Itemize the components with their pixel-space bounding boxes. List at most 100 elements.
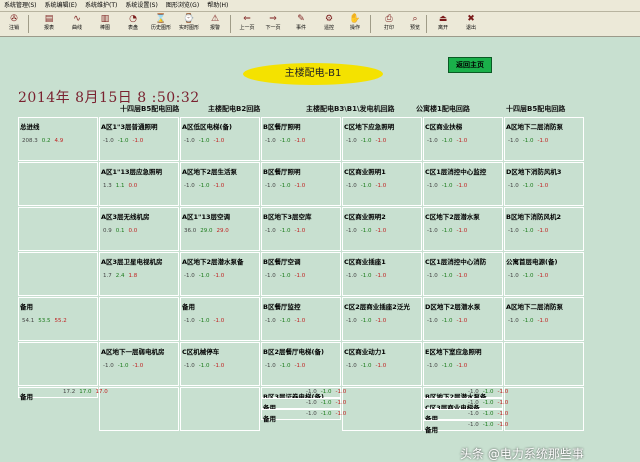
logout-button[interactable]: ✇ 注销 <box>3 13 25 35</box>
dial-button[interactable]: ◔ 表盘 <box>122 13 144 35</box>
next-page-button[interactable]: ⇒ 下一页 <box>262 13 284 35</box>
empty-cell <box>504 342 584 386</box>
circuit-name: B区2层餐厅电梯(备) <box>263 348 324 356</box>
circuit-cell[interactable]: 备用 -1.0 -1.0 -1.0 <box>423 420 508 434</box>
menu-help[interactable]: 帮助(H) <box>203 0 232 11</box>
circuit-values: 17.2 17.0 17.0 <box>63 389 112 395</box>
phase-value: -1.0 <box>184 318 195 324</box>
circuit-cell[interactable]: B区地下2层潜水泵备 -1.0 -1.0 -1.0 <box>423 387 508 401</box>
phase-value: -1.0 <box>537 138 549 144</box>
menu-system-maintain[interactable]: 系统维护(T) <box>81 0 121 11</box>
circuit-cell[interactable]: C区地下2层潜水泵 -1.0 -1.0 -1.0 <box>423 207 503 251</box>
remote-control-button[interactable]: ⚙ 遥控 <box>318 13 340 35</box>
circuit-values: -1.0 -1.0 -1.0 <box>184 273 228 279</box>
phase-value: -1.0 <box>537 183 549 189</box>
column-header: 主楼配电B2回路 <box>208 105 261 113</box>
circuit-cell[interactable]: B区餐厅监控 -1.0 -1.0 -1.0 <box>261 297 341 341</box>
column-headers: 十四层B5配电回路 主楼配电B2回路 主楼配电B3\B1\发电机回路 公寓楼1配… <box>120 104 640 116</box>
circuit-cell[interactable]: A区地下2层潜水泵备 -1.0 -1.0 -1.0 <box>180 252 260 296</box>
print-button[interactable]: ⎙ 打印 <box>378 13 400 35</box>
circuit-name: D区地下消防风机3 <box>506 168 562 176</box>
circuit-cell[interactable]: 备用 17.2 17.0 17.0 <box>18 387 108 401</box>
circuit-cell[interactable]: 备用 54.1 53.5 55.2 <box>18 297 98 341</box>
circuit-name: 备用 <box>20 303 33 311</box>
circuit-cell[interactable]: B区餐厅照明 -1.0 -1.0 -1.0 <box>261 117 341 161</box>
circuit-cell[interactable]: E区地下室应急照明 -1.0 -1.0 -1.0 <box>423 342 503 386</box>
main-panel: 主楼配电-B1 返回主页 2014年 8月15日 8 :50:32 十四层B5配… <box>0 37 640 461</box>
phase-value: -1.0 <box>294 228 306 234</box>
phase-value: -1.0 <box>508 318 519 324</box>
circuit-name: A区1"13层应急照明 <box>101 168 162 176</box>
circuit-cell[interactable]: C区商业动力1 -1.0 -1.0 -1.0 <box>342 342 422 386</box>
circuit-name: 总进线 <box>20 123 40 131</box>
circuit-cell[interactable]: A区低区电梯(备) -1.0 -1.0 -1.0 <box>180 117 260 161</box>
circuit-values: -1.0 -1.0 -1.0 <box>346 363 390 369</box>
circuit-cell[interactable]: 备用 -1.0 -1.0 -1.0 <box>423 409 508 423</box>
circuit-cell[interactable]: C区商业插座1 -1.0 -1.0 -1.0 <box>342 252 422 296</box>
report-button[interactable]: ▤ 报表 <box>38 13 60 35</box>
phase-value: -1.0 <box>294 363 306 369</box>
phase-value: 0.0 <box>128 228 138 234</box>
circuit-cell[interactable]: D区地下消防风机3 -1.0 -1.0 -1.0 <box>504 162 584 206</box>
leave-button[interactable]: ⏏ 离开 <box>432 13 454 35</box>
circuit-name: A区地下二层消防泵 <box>506 123 564 131</box>
circuit-cell[interactable]: B区餐厅照明 -1.0 -1.0 -1.0 <box>261 162 341 206</box>
circuit-cell[interactable]: A区地下二层消防泵 -1.0 -1.0 -1.0 <box>504 117 584 161</box>
menu-system-edit[interactable]: 系统编辑(E) <box>41 0 81 11</box>
circuit-cell[interactable]: C区1层消控中心消防 -1.0 -1.0 -1.0 <box>423 252 503 296</box>
circuit-cell[interactable]: C区3层商业电梯备 -1.0 -1.0 -1.0 <box>423 398 508 412</box>
operate-icon: ✋ <box>349 14 361 24</box>
circuit-cell[interactable]: D区地下2层潜水泵 -1.0 -1.0 -1.0 <box>423 297 503 341</box>
exit-button[interactable]: ✖ 退出 <box>460 13 482 35</box>
circuit-cell[interactable]: C区地下应急照明 -1.0 -1.0 -1.0 <box>342 117 422 161</box>
circuit-cell[interactable]: A区3层无线机房 0.9 0.1 0.0 <box>99 207 179 251</box>
realtime-graph-button[interactable]: ⌚ 实时图形 <box>178 13 200 35</box>
operate-button[interactable]: ✋ 操作 <box>344 13 366 35</box>
history-graph-button[interactable]: ⌛ 历史图形 <box>150 13 172 35</box>
phase-value: -1.0 <box>279 363 291 369</box>
circuit-cell[interactable]: C区2层商业插座2泛光 -1.0 -1.0 -1.0 <box>342 297 422 341</box>
circuit-cell[interactable]: B区2层餐厅电梯(备) -1.0 -1.0 -1.0 <box>261 342 341 386</box>
alarm-button[interactable]: ⚠ 报警 <box>204 13 226 35</box>
circuit-cell[interactable]: B区3层证券电梯(备) -1.0 -1.0 -1.0 <box>261 387 346 401</box>
circuit-name: B区地下消防风机2 <box>506 213 561 221</box>
circuit-cell[interactable]: A区3层卫星电视机房 1.7 2.4 1.8 <box>99 252 179 296</box>
event-button[interactable]: ✎ 事件 <box>290 13 312 35</box>
menu-system-manage[interactable]: 系统管理(S) <box>0 0 41 11</box>
circuit-cell[interactable]: A区地下2层生活泵 -1.0 -1.0 -1.0 <box>180 162 260 206</box>
preview-button[interactable]: ⌕ 预览 <box>404 13 426 35</box>
circuit-cell[interactable]: B区餐厅空调 -1.0 -1.0 -1.0 <box>261 252 341 296</box>
circuit-cell[interactable]: A区地下二层消防泵 -1.0 -1.0 -1.0 <box>504 297 584 341</box>
circuit-cell[interactable]: A区地下一层弱电机房 -1.0 -1.0 -1.0 <box>99 342 179 386</box>
phase-value: -1.0 <box>456 228 468 234</box>
circuit-cell[interactable]: C区1层消控中心监控 -1.0 -1.0 -1.0 <box>423 162 503 206</box>
circuit-cell[interactable]: A区1"13层空调 36.0 29.0 29.0 <box>180 207 260 251</box>
column-header: 主楼配电B3\B1\发电机回路 <box>306 105 395 113</box>
toolbar-separator <box>230 15 231 33</box>
circuit-cell[interactable]: C区机械停车 -1.0 -1.0 -1.0 <box>180 342 260 386</box>
circuit-cell[interactable]: 公寓首层电源(备) -1.0 -1.0 -1.0 <box>504 252 584 296</box>
bar-chart-button[interactable]: ▥ 棒图 <box>94 13 116 35</box>
phase-value: 4.9 <box>54 138 64 144</box>
return-home-button[interactable]: 返回主页 <box>448 57 492 73</box>
circuit-cell[interactable]: B区地下消防风机2 -1.0 -1.0 -1.0 <box>504 207 584 251</box>
circuit-cell[interactable]: B区地下3层空库 -1.0 -1.0 -1.0 <box>261 207 341 251</box>
circuit-cell[interactable]: 总进线 208.3 0.2 4.9 <box>18 117 98 161</box>
phase-value: -1.0 <box>522 273 534 279</box>
circuit-cell[interactable]: A区1"13层应急照明 1.3 1.1 0.0 <box>99 162 179 206</box>
phase-value: -1.0 <box>375 228 387 234</box>
phase-value: -1.0 <box>213 363 225 369</box>
circuit-cell[interactable]: C区商业照明1 -1.0 -1.0 -1.0 <box>342 162 422 206</box>
circuit-cell[interactable]: 备用 -1.0 -1.0 -1.0 <box>180 297 260 341</box>
circuit-cell[interactable]: A区1"3层普通照明 -1.0 -1.0 -1.0 <box>99 117 179 161</box>
circuit-cell[interactable]: 备用 -1.0 -1.0 -1.0 <box>261 409 346 423</box>
circuit-cell[interactable]: 备用 -1.0 -1.0 -1.0 <box>261 398 346 412</box>
circuit-cell[interactable]: C区商业照明2 -1.0 -1.0 -1.0 <box>342 207 422 251</box>
menu-graph-browse[interactable]: 图形浏览(G) <box>162 0 203 11</box>
circuit-name: 备用 <box>263 415 276 423</box>
prev-page-button[interactable]: ⇐ 上一页 <box>236 13 258 35</box>
circuit-cell[interactable]: C区商业扶梯 -1.0 -1.0 -1.0 <box>423 117 503 161</box>
phase-value: -1.0 <box>360 228 372 234</box>
menu-system-settings[interactable]: 系统设置(S) <box>121 0 162 11</box>
curve-button[interactable]: ∿ 曲线 <box>66 13 88 35</box>
